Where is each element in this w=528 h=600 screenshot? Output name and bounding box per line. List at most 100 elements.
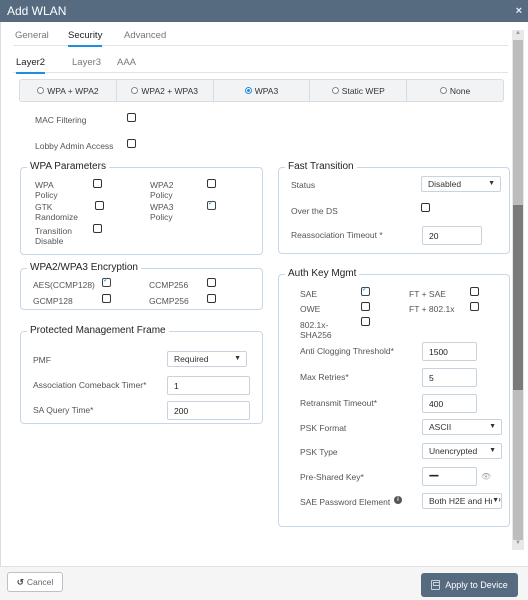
sha256-label: 802.1x- SHA256 <box>300 320 332 340</box>
encryption-legend: WPA2/WPA3 Encryption <box>27 262 141 273</box>
psk-input[interactable] <box>422 467 477 486</box>
mac-filtering-checkbox[interactable] <box>127 113 136 122</box>
chevron-down-icon: ▼ <box>488 180 495 187</box>
radio-none[interactable]: None <box>407 80 503 101</box>
fast-transition-legend: Fast Transition <box>285 161 357 172</box>
apply-label: Apply to Device <box>445 580 508 590</box>
sa-query-input[interactable] <box>167 401 250 420</box>
radio-label: WPA2 + WPA3 <box>141 85 198 96</box>
sae-checkbox[interactable] <box>361 285 370 296</box>
wpa-policy-label: WPA Policy <box>35 180 58 200</box>
radio-wpa2-wpa3[interactable]: WPA2 + WPA3 <box>117 80 214 101</box>
wpa3-policy-checkbox[interactable] <box>207 199 216 210</box>
radio-icon <box>131 87 139 94</box>
vertical-scrollbar[interactable]: ▲ ▼ <box>512 30 524 550</box>
chevron-down-icon: ▼ <box>489 447 496 454</box>
apply-to-device-button[interactable]: Apply to Device <box>421 573 518 597</box>
cancel-button[interactable]: ↺ Cancel <box>7 572 63 592</box>
wpa3-policy-label: WPA3 Policy <box>150 202 174 222</box>
sae-pwe-value: Both H2E and HnP <box>429 496 501 506</box>
scroll-up-icon[interactable]: ▲ <box>512 30 524 40</box>
scroll-thumb[interactable] <box>513 205 523 390</box>
psk-format-select[interactable]: ASCII ▼ <box>422 419 502 435</box>
ccmp256-label: CCMP256 <box>149 280 189 290</box>
radio-label: WPA + WPA2 <box>47 85 99 96</box>
dialog-footer: ↺ Cancel Apply to Device <box>0 566 528 600</box>
comeback-timer-input[interactable] <box>167 376 250 395</box>
gcmp128-label: GCMP128 <box>33 296 73 306</box>
mac-filtering-label: MAC Filtering <box>35 115 87 125</box>
retransmit-input[interactable] <box>422 394 477 413</box>
ft-8021x-checkbox[interactable] <box>470 302 479 311</box>
ccmp256-checkbox[interactable] <box>207 278 216 287</box>
pmf-select[interactable]: Required ▼ <box>167 351 247 367</box>
auth-key-mgmt-group: Auth Key Mgmt SAE FT + SAE OWE FT + 802.… <box>278 268 510 527</box>
radio-icon <box>37 87 45 94</box>
psk-type-select[interactable]: Unencrypted ▼ <box>422 443 502 459</box>
tab-security[interactable]: Security <box>68 30 103 47</box>
aes-checkbox[interactable] <box>102 276 111 287</box>
pmf-group: Protected Management Frame PMF Required ▼… <box>20 325 263 424</box>
gcmp256-checkbox[interactable] <box>207 294 216 303</box>
pmf-label: PMF <box>33 355 51 365</box>
gtk-randomize-label: GTK Randomize <box>35 202 78 222</box>
lobby-admin-checkbox[interactable] <box>127 139 136 148</box>
reassoc-timeout-input[interactable] <box>422 226 482 245</box>
cancel-label: Cancel <box>26 577 54 587</box>
over-ds-checkbox[interactable] <box>421 203 430 212</box>
chevron-down-icon: ▼ <box>234 355 241 362</box>
sha256-checkbox[interactable] <box>361 317 370 326</box>
sa-query-label: SA Query Time* <box>33 405 94 415</box>
ft-status-select[interactable]: Disabled ▼ <box>421 176 501 192</box>
wpa-parameters-group: WPA Parameters WPA Policy WPA2 Policy GTK R… <box>20 161 263 255</box>
dialog-titlebar: Add WLAN × <box>0 0 528 22</box>
retransmit-label: Retransmit Timeout* <box>300 398 377 408</box>
ft-sae-label: FT + SAE <box>409 289 446 299</box>
ft-sae-checkbox[interactable] <box>470 287 479 296</box>
encryption-group: WPA2/WPA3 Encryption AES(CCMP128) CCMP25… <box>20 262 263 310</box>
radio-wpa-wpa2[interactable]: WPA + WPA2 <box>20 80 117 101</box>
close-icon[interactable]: × <box>516 5 522 17</box>
fast-transition-group: Fast Transition Status Disabled ▼ Over th… <box>278 161 510 254</box>
over-ds-label: Over the DS <box>291 206 338 216</box>
psk-format-value: ASCII <box>429 422 452 432</box>
psk-type-value: Unencrypted <box>429 446 478 456</box>
comeback-timer-label: Association Comeback Timer* <box>33 380 147 390</box>
eye-slash-icon[interactable]: 👁 <box>481 472 491 482</box>
sae-pwe-select[interactable]: Both H2E and HnP ▼ <box>422 493 502 509</box>
ft-status-label: Status <box>291 180 316 190</box>
wpa2-policy-label: WPA2 Policy <box>150 180 174 200</box>
subtab-layer2[interactable]: Layer2 <box>16 57 46 74</box>
tab-advanced[interactable]: Advanced <box>124 30 166 45</box>
gcmp128-checkbox[interactable] <box>102 294 111 303</box>
radio-label: WPA3 <box>254 85 279 96</box>
anti-clog-label: Anti Clogging Threshold* <box>300 346 394 356</box>
owe-label: OWE <box>300 304 321 314</box>
subtab-layer3[interactable]: Layer3 <box>72 57 101 72</box>
lobby-admin-label: Lobby Admin Access <box>35 141 114 151</box>
ft-8021x-label: FT + 802.1x <box>409 304 455 314</box>
radio-icon <box>439 87 447 94</box>
gtk-randomize-checkbox[interactable] <box>95 201 104 210</box>
tab-general[interactable]: General <box>15 30 49 45</box>
pmf-select-value: Required <box>174 354 209 364</box>
scroll-down-icon[interactable]: ▼ <box>512 540 524 550</box>
dialog-title: Add WLAN <box>7 4 67 18</box>
wpa-policy-checkbox[interactable] <box>93 179 102 188</box>
radio-icon <box>331 87 339 94</box>
info-icon[interactable]: i <box>394 496 402 504</box>
save-icon <box>431 580 441 590</box>
radio-label: None <box>449 85 471 96</box>
radio-static-wep[interactable]: Static WEP <box>310 80 408 101</box>
owe-checkbox[interactable] <box>361 302 370 311</box>
radio-selected-icon <box>244 87 252 94</box>
radio-wpa3[interactable]: WPA3 <box>214 80 311 101</box>
anti-clog-input[interactable] <box>422 342 477 361</box>
subtab-aaa[interactable]: AAA <box>117 57 136 72</box>
psk-type-label: PSK Type <box>300 447 338 457</box>
wpa-parameters-legend: WPA Parameters <box>27 161 109 172</box>
max-retries-input[interactable] <box>422 368 477 387</box>
wpa2-policy-checkbox[interactable] <box>207 179 216 188</box>
transition-disable-checkbox[interactable] <box>93 224 102 233</box>
undo-icon: ↺ <box>16 576 24 587</box>
